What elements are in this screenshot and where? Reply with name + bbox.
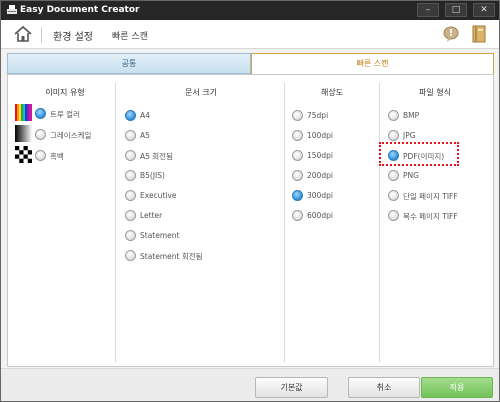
footer-bar: 기본값 취소 적용 — [1, 368, 499, 401]
option-label: JPG — [403, 131, 416, 140]
cancel-button[interactable]: 취소 — [348, 377, 420, 398]
radio-button[interactable] — [388, 170, 399, 181]
radio-button[interactable] — [35, 150, 46, 161]
option-label: 흑백 — [50, 152, 64, 161]
title-bar: Easy Document Creator – □ ✕ — [1, 1, 499, 20]
column-divider — [379, 83, 380, 363]
option-label: 150dpi — [307, 151, 333, 160]
radio-button[interactable] — [388, 110, 399, 121]
pdf-highlight-callout — [379, 142, 459, 166]
radio-button[interactable] — [35, 129, 46, 140]
radio-button[interactable] — [388, 130, 399, 141]
option-label: Letter — [140, 211, 163, 220]
option-label: A4 — [140, 111, 150, 120]
true-color-swatch-icon — [15, 104, 32, 121]
option-label: 300dpi — [307, 191, 333, 200]
radio-button[interactable] — [125, 150, 136, 161]
default-button[interactable]: 기본값 — [255, 377, 328, 398]
radio-button[interactable] — [292, 170, 303, 181]
manual-book-icon[interactable] — [471, 25, 487, 44]
radio-button[interactable] — [125, 170, 136, 181]
app-logo-icon — [7, 5, 17, 14]
window-title: Easy Document Creator — [20, 5, 140, 15]
file-format-heading: 파일 형식 — [419, 88, 451, 97]
radio-button[interactable] — [292, 130, 303, 141]
radio-button[interactable] — [292, 210, 303, 221]
option-label: 200dpi — [307, 171, 333, 180]
doc-size-heading: 문서 크기 — [185, 88, 217, 97]
option-label: 복수 페이지 TIFF — [403, 212, 458, 221]
header-divider — [41, 27, 42, 43]
radio-button[interactable] — [125, 230, 136, 241]
radio-button[interactable] — [125, 210, 136, 221]
option-label: B5(JIS) — [140, 171, 165, 180]
radio-button[interactable] — [292, 150, 303, 161]
header-bar: 환경 설정 빠른 스캔 — [1, 20, 499, 49]
option-label: Statement 회전됨 — [140, 252, 203, 261]
resolution-heading: 해상도 — [320, 88, 344, 97]
radio-button[interactable] — [292, 190, 303, 201]
radio-button[interactable] — [388, 210, 399, 221]
radio-button[interactable] — [125, 130, 136, 141]
close-button[interactable]: ✕ — [473, 3, 495, 17]
preferences-window: Easy Document Creator – □ ✕ 환경 설정 빠른 스캔 … — [0, 0, 500, 402]
radio-button[interactable] — [125, 250, 136, 261]
help-bubble-icon[interactable] — [442, 25, 460, 43]
option-label: 100dpi — [307, 131, 333, 140]
radio-button[interactable] — [388, 190, 399, 201]
black-white-swatch-icon — [15, 146, 32, 163]
option-label: Executive — [140, 191, 177, 200]
column-divider — [284, 83, 285, 363]
radio-button[interactable] — [125, 110, 136, 121]
option-label: 단일 페이지 TIFF — [403, 192, 458, 201]
option-label: 600dpi — [307, 211, 333, 220]
page-title: 환경 설정 — [53, 32, 93, 43]
tab-bar: 공통 빠른 스캔 — [7, 53, 494, 74]
tab-quick-scan[interactable]: 빠른 스캔 — [251, 53, 494, 74]
option-label: A5 — [140, 131, 150, 140]
apply-button[interactable]: 적용 — [421, 377, 493, 398]
option-label: 그레이스케일 — [50, 131, 92, 140]
radio-button[interactable] — [292, 110, 303, 121]
home-icon[interactable] — [13, 24, 33, 44]
option-label: A5 회전됨 — [140, 152, 173, 161]
maximize-button[interactable]: □ — [445, 3, 467, 17]
option-label: BMP — [403, 111, 420, 120]
radio-button[interactable] — [35, 108, 46, 119]
minimize-button[interactable]: – — [417, 3, 439, 17]
breadcrumb: 빠른 스캔 — [112, 32, 148, 42]
tab-common[interactable]: 공통 — [7, 53, 251, 74]
option-label: 트루 컬러 — [50, 110, 80, 119]
grayscale-swatch-icon — [15, 125, 32, 142]
radio-button[interactable] — [125, 190, 136, 201]
quick-scan-panel: 이미지 유형 트루 컬러 그레이스케일 흑백 문서 크기 A4 A5 A5 회전… — [7, 74, 494, 367]
option-label: Statement — [140, 231, 180, 240]
option-label: PNG — [403, 171, 419, 180]
image-type-heading: 이미지 유형 — [45, 88, 85, 97]
option-label: 75dpi — [307, 111, 329, 120]
column-divider — [115, 83, 116, 363]
